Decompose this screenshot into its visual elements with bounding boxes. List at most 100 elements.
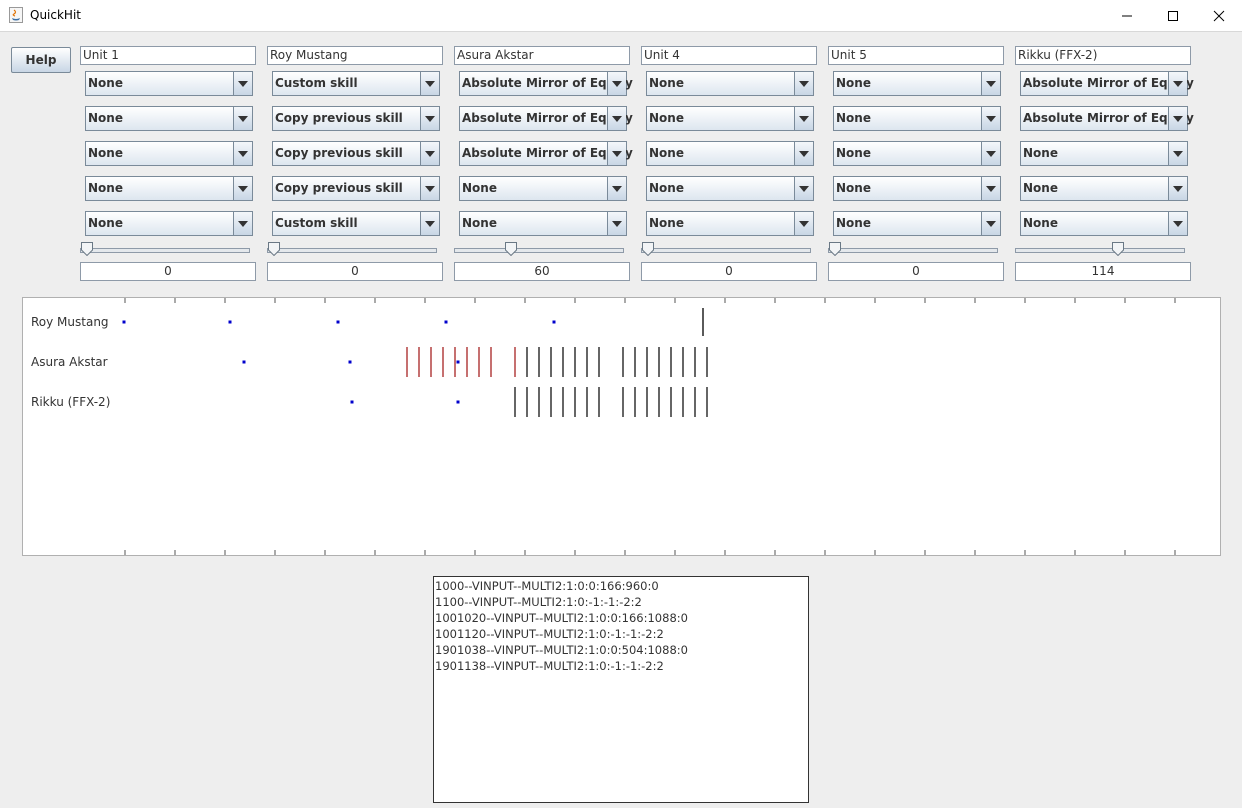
delay-slider-thumb[interactable] (642, 242, 654, 257)
timeline-marker-dot (350, 400, 354, 404)
timeline-marker-dot (456, 400, 460, 404)
skill-select-5[interactable]: None (85, 211, 253, 236)
chevron-down-icon (233, 107, 252, 130)
chevron-down-icon (420, 72, 439, 95)
skill-select-2[interactable]: Absolute Mirror of Equity (459, 106, 633, 131)
delay-slider-track[interactable] (454, 248, 624, 253)
timeline-marker-dot (456, 360, 460, 364)
delay-slider-thumb[interactable] (1111, 242, 1124, 257)
skill-select-2[interactable]: Copy previous skill (272, 106, 440, 131)
chevron-down-icon (607, 212, 626, 235)
delay-slider-thumb[interactable] (505, 242, 518, 257)
chevron-down-icon (607, 177, 626, 200)
skill-select-5[interactable]: None (833, 211, 1001, 236)
delay-value-field[interactable]: 0 (828, 262, 1004, 281)
skill-select-value: None (836, 146, 871, 160)
skill-select-1[interactable]: Absolute Mirror of Equity (459, 71, 633, 96)
skill-select-1[interactable]: None (646, 71, 814, 96)
skill-select-2[interactable]: None (646, 106, 814, 131)
skill-select-1[interactable]: Absolute Mirror of Equity (1020, 71, 1194, 96)
delay-value-field[interactable]: 0 (80, 262, 256, 281)
input-log-textarea[interactable]: 1000--VINPUT--MULTI2:1:0:0:166:960:0 1100… (433, 576, 809, 803)
skill-select-3[interactable]: Copy previous skill (272, 141, 440, 166)
skill-select-5[interactable]: Custom skill (272, 211, 440, 236)
window-title: QuickHit (30, 8, 81, 22)
delay-slider-track[interactable] (267, 248, 437, 253)
timeline-marker-dot (336, 320, 340, 324)
java-icon (9, 7, 23, 23)
skill-select-5[interactable]: None (646, 211, 814, 236)
chevron-down-icon (420, 177, 439, 200)
delay-slider-thumb[interactable] (81, 242, 93, 257)
help-button[interactable]: Help (11, 47, 71, 73)
delay-slider-track[interactable] (828, 248, 998, 253)
skill-select-4[interactable]: None (459, 176, 627, 201)
skill-select-value: None (649, 111, 684, 125)
skill-select-4[interactable]: None (85, 176, 253, 201)
skill-select-value: Copy previous skill (275, 181, 403, 195)
chevron-down-icon (233, 177, 252, 200)
chevron-down-icon (233, 72, 252, 95)
chevron-down-icon (420, 142, 439, 165)
skill-select-1[interactable]: Custom skill (272, 71, 440, 96)
chevron-down-icon (794, 212, 813, 235)
skill-select-2[interactable]: Absolute Mirror of Equity (1020, 106, 1194, 131)
chevron-down-icon (233, 212, 252, 235)
delay-value-field[interactable]: 114 (1015, 262, 1191, 281)
skill-select-5[interactable]: None (459, 211, 627, 236)
skill-select-4[interactable]: Copy previous skill (272, 176, 440, 201)
unit-name-field[interactable]: Unit 4 (641, 46, 817, 65)
timeline-panel: Roy Mustang Asura Akstar Rikku (FFX-2) (22, 297, 1221, 556)
skill-select-4[interactable]: None (1020, 176, 1188, 201)
delay-slider-track[interactable] (1015, 248, 1185, 253)
chevron-down-icon (981, 142, 1000, 165)
skill-select-3[interactable]: None (833, 141, 1001, 166)
delay-slider-track[interactable] (80, 248, 250, 253)
skill-select-2[interactable]: None (833, 106, 1001, 131)
chevron-down-icon (233, 142, 252, 165)
chevron-down-icon (981, 177, 1000, 200)
timeline-marker-dot (122, 320, 126, 324)
chevron-down-icon (420, 212, 439, 235)
log-line: 1001120--VINPUT--MULTI2:1:0:-1:-1:-2:2 (435, 627, 664, 641)
skill-select-value: None (88, 181, 123, 195)
skill-select-3[interactable]: Absolute Mirror of Equity (459, 141, 633, 166)
skill-select-1[interactable]: None (833, 71, 1001, 96)
skill-select-value: None (1023, 216, 1058, 230)
skill-select-3[interactable]: None (85, 141, 253, 166)
maximize-button[interactable] (1150, 0, 1196, 31)
skill-select-value: None (836, 216, 871, 230)
timeline-marker-dot (242, 360, 246, 364)
close-button[interactable] (1196, 0, 1242, 31)
delay-slider-thumb[interactable] (829, 242, 841, 257)
unit-name-field[interactable]: Asura Akstar (454, 46, 630, 65)
skill-select-5[interactable]: None (1020, 211, 1188, 236)
timeline-chart: Roy Mustang Asura Akstar Rikku (FFX-2) (31, 298, 1176, 555)
delay-slider-track[interactable] (641, 248, 811, 253)
skill-select-2[interactable]: None (85, 106, 253, 131)
log-line: 1901038--VINPUT--MULTI2:1:0:0:504:1088:0 (435, 643, 688, 657)
delay-slider-thumb[interactable] (268, 242, 280, 257)
skill-select-3[interactable]: None (1020, 141, 1188, 166)
skill-select-4[interactable]: None (646, 176, 814, 201)
skill-select-3[interactable]: None (646, 141, 814, 166)
log-line: 1001020--VINPUT--MULTI2:1:0:0:166:1088:0 (435, 611, 688, 625)
delay-value-field[interactable]: 0 (267, 262, 443, 281)
unit-name-field[interactable]: Roy Mustang (267, 46, 443, 65)
delay-value-field[interactable]: 0 (641, 262, 817, 281)
delay-value-field[interactable]: 60 (454, 262, 630, 281)
unit-name-field[interactable]: Unit 5 (828, 46, 1004, 65)
skill-select-value: None (88, 216, 123, 230)
timeline-row-label: Rikku (FFX-2) (31, 395, 110, 409)
skill-select-4[interactable]: None (833, 176, 1001, 201)
skill-select-1[interactable]: None (85, 71, 253, 96)
skill-select-value: Copy previous skill (275, 146, 403, 160)
chevron-down-icon (1168, 107, 1187, 130)
close-icon (1213, 10, 1225, 21)
skill-select-value: None (1023, 181, 1058, 195)
minimize-button[interactable] (1104, 0, 1150, 31)
chevron-down-icon (420, 107, 439, 130)
unit-name-field[interactable]: Unit 1 (80, 46, 256, 65)
chevron-down-icon (794, 177, 813, 200)
unit-name-field[interactable]: Rikku (FFX-2) (1015, 46, 1191, 65)
